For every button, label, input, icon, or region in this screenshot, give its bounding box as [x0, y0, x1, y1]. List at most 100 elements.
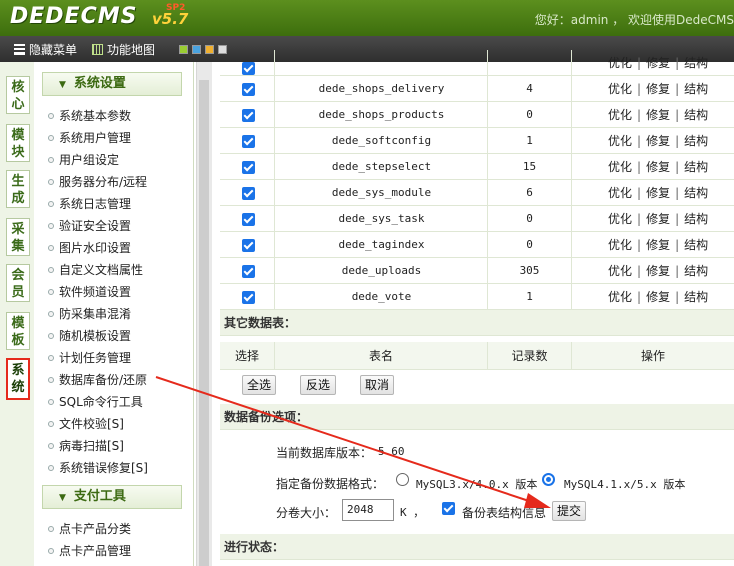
menu-item[interactable]: 软件频道设置: [48, 283, 131, 300]
bullet-icon: [48, 157, 54, 163]
format-mysql41-radio[interactable]: [542, 473, 555, 486]
menu-item[interactable]: 验证安全设置: [48, 217, 131, 234]
format-label: 指定备份数据格式：: [276, 477, 385, 491]
repair-link[interactable]: 修复: [646, 290, 670, 304]
table-row: dede_tagindex 0 优化 | 修复 | 结构: [220, 232, 734, 258]
table-checkbox[interactable]: [242, 213, 255, 226]
menu-group-pay-tools[interactable]: ▼ 支付工具: [42, 485, 182, 509]
optimize-link[interactable]: 优化: [608, 108, 632, 122]
menu-item[interactable]: SQL命令行工具: [48, 393, 143, 410]
menu-item[interactable]: 图片水印设置: [48, 239, 131, 256]
tab-generate[interactable]: 生成: [6, 170, 30, 208]
format-mysql3-radio[interactable]: [396, 473, 409, 486]
menu-item[interactable]: 计划任务管理: [48, 349, 131, 366]
tab-templates[interactable]: 模板: [6, 312, 30, 350]
menu-item[interactable]: 系统错误修复[S]: [48, 459, 148, 476]
tab-system[interactable]: 系统: [6, 358, 30, 400]
structure-link[interactable]: 结构: [684, 264, 708, 278]
menu-item[interactable]: 文件校验[S]: [48, 415, 124, 432]
menu-item[interactable]: 点卡产品管理: [48, 542, 131, 559]
db-version-label: 当前数据库版本：: [276, 446, 373, 460]
format-mysql3-label: MySQL3.x/4.0.x 版本: [416, 478, 538, 491]
backup-options-title: 数据备份选项：: [220, 404, 734, 430]
progress-title: 进行状态：: [220, 534, 734, 560]
structure-link[interactable]: 结构: [684, 290, 708, 304]
table-checkbox[interactable]: [242, 109, 255, 122]
menu-item[interactable]: 病毒扫描[S]: [48, 437, 124, 454]
structure-link[interactable]: 结构: [684, 56, 708, 70]
structure-link[interactable]: 结构: [684, 134, 708, 148]
vertical-tabs: 核心 模块 生成 采集 会员 模板 系统: [0, 62, 34, 566]
optimize-link[interactable]: 优化: [608, 290, 632, 304]
table-checkbox[interactable]: [242, 62, 255, 75]
tab-modules[interactable]: 模块: [6, 124, 30, 162]
repair-link[interactable]: 修复: [646, 238, 670, 252]
menu-item[interactable]: 防采集串混淆: [48, 305, 131, 322]
invert-selection-button[interactable]: 反选: [300, 375, 336, 395]
theme-orange-swatch[interactable]: [205, 45, 214, 54]
theme-green-swatch[interactable]: [179, 45, 188, 54]
separator: |: [637, 186, 642, 200]
sidebar-scrollbar-thumb[interactable]: [199, 80, 209, 566]
optimize-link[interactable]: 优化: [608, 212, 632, 226]
menu-item[interactable]: 系统用户管理: [48, 129, 131, 146]
optimize-link[interactable]: 优化: [608, 56, 632, 70]
repair-link[interactable]: 修复: [646, 160, 670, 174]
menu-item[interactable]: 系统日志管理: [48, 195, 131, 212]
menu-item[interactable]: 用户组设定: [48, 151, 119, 168]
menu-group-label: 支付工具: [73, 489, 126, 504]
menu-item[interactable]: 服务器分布/远程: [48, 173, 147, 190]
table-checkbox[interactable]: [242, 291, 255, 304]
table-checkbox[interactable]: [242, 135, 255, 148]
table-checkbox[interactable]: [242, 265, 255, 278]
grid-icon: [92, 44, 103, 55]
repair-link[interactable]: 修复: [646, 134, 670, 148]
volume-size-input[interactable]: 2048: [342, 499, 394, 521]
bullet-icon: [48, 223, 54, 229]
select-all-button[interactable]: 全选: [242, 375, 276, 395]
tab-members[interactable]: 会员: [6, 264, 30, 302]
menu-item[interactable]: 点卡产品分类: [48, 520, 131, 537]
format-mysql41-label: MySQL4.1.x/5.x 版本: [564, 478, 686, 491]
site-map-button[interactable]: 功能地图: [92, 41, 155, 58]
repair-link[interactable]: 修复: [646, 56, 670, 70]
optimize-link[interactable]: 优化: [608, 186, 632, 200]
menu-group-system-settings[interactable]: ▼ 系统设置: [42, 72, 182, 96]
repair-link[interactable]: 修复: [646, 212, 670, 226]
table-checkbox[interactable]: [242, 187, 255, 200]
menu-item[interactable]: 自定义文档属性: [48, 261, 143, 278]
table-checkbox[interactable]: [242, 161, 255, 174]
menu-item-label: 点卡产品分类: [59, 522, 132, 536]
menu-item[interactable]: 系统基本参数: [48, 107, 131, 124]
menu-item[interactable]: 随机模板设置: [48, 327, 131, 344]
table-checkbox[interactable]: [242, 239, 255, 252]
repair-link[interactable]: 修复: [646, 186, 670, 200]
tab-collect[interactable]: 采集: [6, 218, 30, 256]
separator: |: [675, 290, 680, 304]
ops-cell: 优化 | 修复 | 结构: [572, 284, 734, 310]
table-checkbox[interactable]: [242, 83, 255, 96]
structure-link[interactable]: 结构: [684, 160, 708, 174]
submit-button[interactable]: 提交: [552, 501, 586, 521]
repair-link[interactable]: 修复: [646, 264, 670, 278]
hide-menu-button[interactable]: 隐藏菜单: [14, 41, 77, 58]
menu-item-db-backup[interactable]: 数据库备份/还原: [48, 371, 147, 388]
theme-blue-swatch[interactable]: [192, 45, 201, 54]
optimize-link[interactable]: 优化: [608, 134, 632, 148]
repair-link[interactable]: 修复: [646, 108, 670, 122]
repair-link[interactable]: 修复: [646, 82, 670, 96]
menu-item-label: 系统错误修复[S]: [59, 461, 148, 475]
table-row: dede_shops_delivery 4 优化 | 修复 | 结构: [220, 76, 734, 102]
structure-link[interactable]: 结构: [684, 108, 708, 122]
optimize-link[interactable]: 优化: [608, 160, 632, 174]
optimize-link[interactable]: 优化: [608, 82, 632, 96]
optimize-link[interactable]: 优化: [608, 238, 632, 252]
tab-core[interactable]: 核心: [6, 76, 30, 114]
structure-link[interactable]: 结构: [684, 186, 708, 200]
backup-structure-checkbox[interactable]: [442, 502, 455, 515]
cancel-selection-button[interactable]: 取消: [360, 375, 394, 395]
structure-link[interactable]: 结构: [684, 238, 708, 252]
structure-link[interactable]: 结构: [684, 82, 708, 96]
structure-link[interactable]: 结构: [684, 212, 708, 226]
optimize-link[interactable]: 优化: [608, 264, 632, 278]
